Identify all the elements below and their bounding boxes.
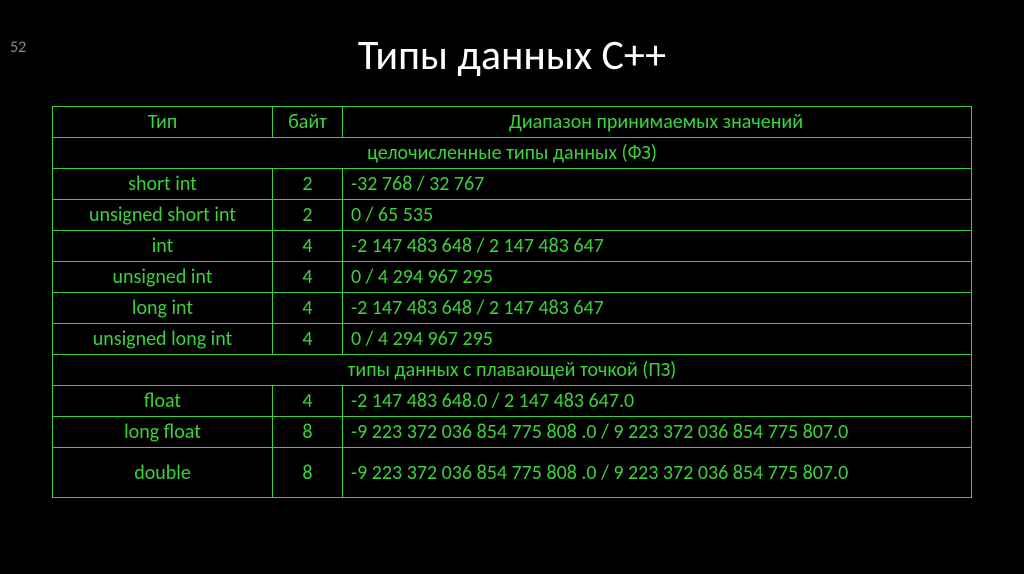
cell-range: -2 147 483 648 / 2 147 483 647 bbox=[343, 231, 972, 262]
slide-number: 52 bbox=[10, 38, 26, 57]
cell-type: double bbox=[53, 448, 273, 498]
header-type: Тип bbox=[53, 107, 273, 138]
cell-bytes: 2 bbox=[273, 200, 343, 231]
cell-range: 0 / 65 535 bbox=[343, 200, 972, 231]
cell-type: long int bbox=[53, 293, 273, 324]
table-row: unsigned long int40 / 4 294 967 295 bbox=[53, 324, 972, 355]
cell-bytes: 2 bbox=[273, 169, 343, 200]
cell-range: -2 147 483 648 / 2 147 483 647 bbox=[343, 293, 972, 324]
cell-range: -32 768 / 32 767 bbox=[343, 169, 972, 200]
cell-range: -2 147 483 648.0 / 2 147 483 647.0 bbox=[343, 386, 972, 417]
table-row: long float8-9 223 372 036 854 775 808 .0… bbox=[53, 417, 972, 448]
cell-range: -9 223 372 036 854 775 808 .0 / 9 223 37… bbox=[343, 448, 972, 498]
cell-bytes: 4 bbox=[273, 324, 343, 355]
cell-type: unsigned long int bbox=[53, 324, 273, 355]
cell-range: 0 / 4 294 967 295 bbox=[343, 324, 972, 355]
table-row: double8-9 223 372 036 854 775 808 .0 / 9… bbox=[53, 448, 972, 498]
cell-bytes: 8 bbox=[273, 448, 343, 498]
section-integer-label: целочисленные типы данных (ФЗ) bbox=[53, 138, 972, 169]
data-types-table: Тип байт Диапазон принимаемых значений ц… bbox=[52, 106, 972, 498]
table-container: Тип байт Диапазон принимаемых значений ц… bbox=[52, 106, 972, 498]
section-float: типы данных с плавающей точкой (ПЗ) bbox=[53, 355, 972, 386]
table-header-row: Тип байт Диапазон принимаемых значений bbox=[53, 107, 972, 138]
cell-bytes: 4 bbox=[273, 293, 343, 324]
cell-bytes: 4 bbox=[273, 386, 343, 417]
header-bytes: байт bbox=[273, 107, 343, 138]
cell-type: unsigned short int bbox=[53, 200, 273, 231]
cell-bytes: 8 bbox=[273, 417, 343, 448]
table-row: int4-2 147 483 648 / 2 147 483 647 bbox=[53, 231, 972, 262]
cell-type: long float bbox=[53, 417, 273, 448]
table-row: unsigned short int20 / 65 535 bbox=[53, 200, 972, 231]
cell-type: float bbox=[53, 386, 273, 417]
section-float-label: типы данных с плавающей точкой (ПЗ) bbox=[53, 355, 972, 386]
table-row: short int2-32 768 / 32 767 bbox=[53, 169, 972, 200]
cell-type: int bbox=[53, 231, 273, 262]
cell-bytes: 4 bbox=[273, 231, 343, 262]
table-row: long int4-2 147 483 648 / 2 147 483 647 bbox=[53, 293, 972, 324]
header-range: Диапазон принимаемых значений bbox=[343, 107, 972, 138]
cell-bytes: 4 bbox=[273, 262, 343, 293]
slide-title: Типы данных С++ bbox=[0, 30, 1024, 81]
cell-range: 0 / 4 294 967 295 bbox=[343, 262, 972, 293]
cell-range: -9 223 372 036 854 775 808 .0 / 9 223 37… bbox=[343, 417, 972, 448]
cell-type: unsigned int bbox=[53, 262, 273, 293]
cell-type: short int bbox=[53, 169, 273, 200]
table-row: float4-2 147 483 648.0 / 2 147 483 647.0 bbox=[53, 386, 972, 417]
section-integer: целочисленные типы данных (ФЗ) bbox=[53, 138, 972, 169]
table-row: unsigned int40 / 4 294 967 295 bbox=[53, 262, 972, 293]
slide: 52 Типы данных С++ Тип байт Диапазон при… bbox=[0, 30, 1024, 574]
